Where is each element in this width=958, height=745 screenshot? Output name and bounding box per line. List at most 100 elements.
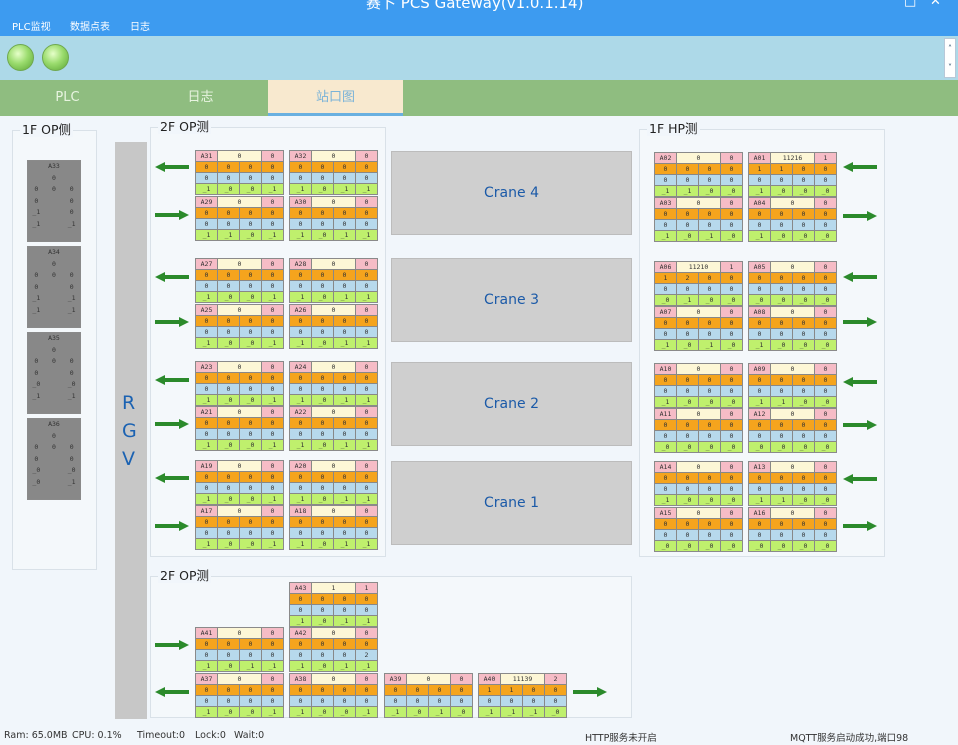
- station-flag: 0: [721, 364, 742, 374]
- station-cell: 0: [262, 418, 283, 428]
- station-cell: _1: [196, 395, 217, 405]
- menu-item-log[interactable]: 日志: [130, 18, 150, 33]
- station-a29[interactable]: A29 0 0 0 0 0 0 0 0 0 0 _1 _1 _0 _1: [195, 196, 284, 241]
- station-a14[interactable]: A14 0 0 0 0 0 0 0 0 0 0 _1 _0 _0 _0: [654, 461, 743, 506]
- station-cell: _1: [699, 340, 720, 350]
- station-cell: _0: [312, 292, 333, 302]
- station-cell: 0: [655, 484, 676, 494]
- arrow-left-icon: [155, 375, 189, 385]
- status-http: HTTP服务未开启: [585, 733, 657, 744]
- station-cell: 0: [771, 386, 792, 396]
- crane-1[interactable]: Crane 1: [391, 461, 632, 545]
- station-cell: [46, 391, 63, 402]
- station-a04[interactable]: A04 0 0 0 0 0 0 0 0 0 0 _1 _0 _0 _0: [748, 197, 837, 242]
- station-cell: 0: [815, 530, 836, 540]
- station-a39[interactable]: A39 0 0 0 0 0 0 0 0 0 0 _1 _0 _1 _0: [384, 673, 473, 718]
- start-button[interactable]: [7, 44, 34, 71]
- menu-item-plc-monitor[interactable]: PLC监视: [12, 18, 51, 33]
- station-a07[interactable]: A07 0 0 0 0 0 0 0 0 0 0 _1 _0 _1 _0: [654, 306, 743, 351]
- maximize-icon[interactable]: □: [904, 0, 916, 9]
- station-a22[interactable]: A22 0 0 0 0 0 0 0 0 0 0 _1 _0 _1 _1: [289, 406, 378, 451]
- station-cell: 0: [677, 220, 698, 230]
- station-name: A11: [655, 409, 676, 419]
- tab-log[interactable]: 日志: [133, 80, 268, 116]
- station-cell: 0: [218, 373, 239, 383]
- station-a13[interactable]: A13 0 0 0 0 0 0 0 0 0 0 _1 _1 _0 _0: [748, 461, 837, 506]
- station-a18[interactable]: A18 0 0 0 0 0 0 0 0 0 0 _1 _0 _1 _1: [289, 505, 378, 550]
- station-cell: 0: [196, 208, 217, 218]
- stop-button[interactable]: [42, 44, 69, 71]
- station-flag: 1: [356, 583, 377, 593]
- station-flag: 0: [356, 674, 377, 684]
- station-a43[interactable]: A43 1 1 0 0 0 0 0 0 0 0 _1 _0 _1 _1: [289, 582, 378, 627]
- station-a11[interactable]: A11 0 0 0 0 0 0 0 0 0 0 _0 _0 _0 _0: [654, 408, 743, 453]
- station-cell: _1: [356, 539, 377, 549]
- station-a08[interactable]: A08 0 0 0 0 0 0 0 0 0 0 _1 _0 _0 _0: [748, 306, 837, 351]
- station-cell: 0: [655, 530, 676, 540]
- tab-plc[interactable]: PLC: [0, 80, 135, 116]
- group-label-2f-op: 2F OP测: [158, 119, 211, 134]
- toolbar-scroll[interactable]: ˄ ˅: [944, 38, 956, 78]
- station-cell: 0: [749, 175, 770, 185]
- station-a10[interactable]: A10 0 0 0 0 0 0 0 0 0 0 _1 _0 _0 _0: [654, 363, 743, 408]
- station-cell: 0: [655, 420, 676, 430]
- station-a28[interactable]: A28 0 0 0 0 0 0 0 0 0 0 _1 _0 _1 _1: [289, 258, 378, 303]
- station-cell: _1: [749, 186, 770, 196]
- crane-4[interactable]: Crane 4: [391, 151, 632, 235]
- station-cell: _1: [356, 230, 377, 240]
- station-cell: 0: [312, 685, 333, 695]
- station-a03[interactable]: A03 0 0 0 0 0 0 0 0 0 0 _1 _0 _1 _0: [654, 197, 743, 242]
- station-a24[interactable]: A24 0 0 0 0 0 0 0 0 0 0 _1 _0 _1 _1: [289, 361, 378, 406]
- station-a17[interactable]: A17 0 0 0 0 0 0 0 0 0 0 _1 _0 _0 _1: [195, 505, 284, 550]
- station-a31[interactable]: A31 0 0 0 0 0 0 0 0 0 0 _1 _0 _0 _1: [195, 150, 284, 195]
- chevron-up-icon[interactable]: ˄: [945, 39, 955, 58]
- station-a06[interactable]: A06 11210 1 1 2 0 0 0 0 0 0 _0 _1 _0 _0: [654, 261, 743, 306]
- station-flag: 0: [262, 197, 283, 207]
- menu-item-data-points[interactable]: 数据点表: [70, 18, 110, 33]
- crane-2[interactable]: Crane 2: [391, 362, 632, 446]
- station-cell: _0: [312, 661, 333, 671]
- station-cell: 0: [793, 386, 814, 396]
- station-a15[interactable]: A15 0 0 0 0 0 0 0 0 0 0 _0 _0 _0 _0: [654, 507, 743, 552]
- station-a40[interactable]: A40 11139 2 1 1 0 0 0 0 0 0 _1 _1 _1 _0: [478, 673, 567, 718]
- station-a20[interactable]: A20 0 0 0 0 0 0 0 0 0 0 _1 _0 _1 _1: [289, 460, 378, 505]
- station-a42[interactable]: A42 0 0 0 0 0 0 0 0 0 2 _1 _0 _1 _1: [289, 627, 378, 672]
- station-a30[interactable]: A30 0 0 0 0 0 0 0 0 0 0 _1 _0 _1 _1: [289, 196, 378, 241]
- crane-3[interactable]: Crane 3: [391, 258, 632, 342]
- station-a25[interactable]: A25 0 0 0 0 0 0 0 0 0 0 _1 _0 _0 _1: [195, 304, 284, 349]
- station-a34[interactable]: A34 0 0 0 0 0 0 _1 _1 _1 _1: [27, 246, 81, 328]
- station-cell: 0: [312, 316, 333, 326]
- station-name: A36: [48, 420, 60, 428]
- station-a12[interactable]: A12 0 0 0 0 0 0 0 0 0 0 _0 _0 _0 _0: [748, 408, 837, 453]
- station-cell: 0: [815, 209, 836, 219]
- station-a26[interactable]: A26 0 0 0 0 0 0 0 0 0 0 _1 _0 _1 _1: [289, 304, 378, 349]
- tab-station-map[interactable]: 站口图: [268, 80, 403, 116]
- station-a01[interactable]: A01 11216 1 1 1 0 0 0 0 0 0 _1 _0 _0 _0: [748, 152, 837, 197]
- station-cell: _0: [32, 477, 41, 486]
- station-cell: _1: [749, 340, 770, 350]
- close-icon[interactable]: ✕: [930, 0, 941, 9]
- station-flag: 0: [356, 259, 377, 269]
- station-a02[interactable]: A02 0 0 0 0 0 0 0 0 0 0 _1 _1 _0 _0: [654, 152, 743, 197]
- station-a41[interactable]: A41 0 0 0 0 0 0 0 0 0 0 _1 _0 _1 _1: [195, 627, 284, 672]
- station-a21[interactable]: A21 0 0 0 0 0 0 0 0 0 0 _1 _0 _0 _1: [195, 406, 284, 451]
- station-a27[interactable]: A27 0 0 0 0 0 0 0 0 0 0 _1 _0 _0 _1: [195, 258, 284, 303]
- station-cell: _1: [262, 539, 283, 549]
- station-cell: _1: [262, 707, 283, 717]
- station-a09[interactable]: A09 0 0 0 0 0 0 0 0 0 0 _1 _1 _0 _0: [748, 363, 837, 408]
- station-a32[interactable]: A32 0 0 0 0 0 0 0 0 0 0 _1 _0 _1 _1: [289, 150, 378, 195]
- station-cell: 0: [677, 431, 698, 441]
- station-a23[interactable]: A23 0 0 0 0 0 0 0 0 0 0 _1 _0 _0 _1: [195, 361, 284, 406]
- chevron-down-icon[interactable]: ˅: [945, 58, 955, 77]
- station-a36[interactable]: A36 0 0 0 0 0 0 _0 _0 _0 _1: [27, 418, 81, 500]
- station-a16[interactable]: A16 0 0 0 0 0 0 0 0 0 0 _0 _0 _0 _0: [748, 507, 837, 552]
- station-a05[interactable]: A05 0 0 0 0 0 0 0 0 0 0 _0 _0 _0 _0: [748, 261, 837, 306]
- station-name: A15: [655, 508, 676, 518]
- station-a38[interactable]: A38 0 0 0 0 0 0 0 0 0 0 _1 _0 _0 _1: [289, 673, 378, 718]
- station-a19[interactable]: A19 0 0 0 0 0 0 0 0 0 0 _1 _0 _0 _1: [195, 460, 284, 505]
- station-cell: 0: [385, 685, 406, 695]
- station-a37[interactable]: A37 0 0 0 0 0 0 0 0 0 0 _1 _0 _0 _1: [195, 673, 284, 718]
- station-a33[interactable]: A33 0 0 0 0 0 0 _1 0 _1 _1: [27, 160, 81, 242]
- rgv-letter-r: R: [122, 392, 136, 414]
- station-a35[interactable]: A35 0 0 0 0 0 0 _0 _0 _1 _1: [27, 332, 81, 414]
